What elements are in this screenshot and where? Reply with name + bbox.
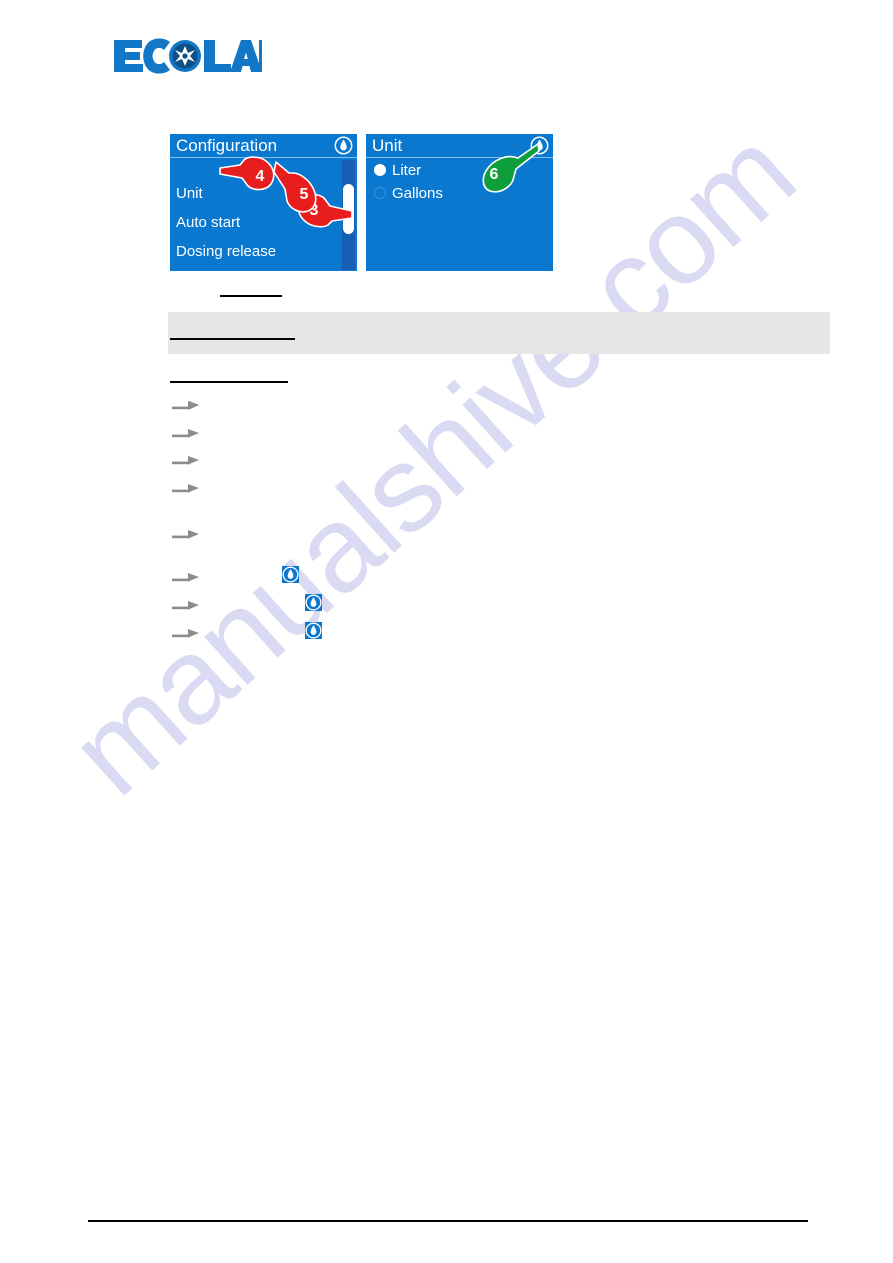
arrow-right-icon: [172, 429, 199, 438]
ecolab-logo-svg: [114, 38, 295, 74]
arrow-right-icon: [172, 484, 199, 493]
unit-screen-title: Unit: [372, 136, 403, 155]
step-arrow-5: [172, 527, 200, 541]
step-arrow-1: [172, 398, 200, 412]
configuration-screen-header: Configuration: [170, 134, 357, 158]
caption-rule: [220, 295, 282, 297]
droplet-bottle-icon: [305, 594, 322, 611]
radio-selected-icon: [374, 164, 386, 176]
arrow-right-icon: [172, 601, 199, 610]
callout-5: 5: [272, 156, 334, 219]
droplet-bottle-icon[interactable]: [334, 136, 353, 155]
section-rule: [170, 381, 288, 383]
arrow-right-icon: [172, 629, 199, 638]
callout-4-number: 4: [255, 168, 265, 185]
menu-item-auto-start[interactable]: Auto start: [176, 214, 240, 232]
radio-option-gallons[interactable]: Gallons: [374, 185, 443, 203]
configuration-screen-title: Configuration: [176, 136, 278, 155]
droplet-bottle-icon: [282, 566, 299, 583]
step-arrow-6: [172, 570, 200, 584]
droplet-bottle-icon: [305, 622, 322, 639]
radio-option-liter[interactable]: Liter: [374, 162, 421, 180]
step-arrow-3: [172, 453, 200, 467]
step-arrow-2: [172, 426, 200, 440]
step-arrow-4: [172, 481, 200, 495]
arrow-right-icon: [172, 401, 199, 410]
arrow-right-icon: [172, 456, 199, 465]
step-arrow-7: [172, 598, 200, 612]
menu-item-unit[interactable]: Unit: [176, 185, 203, 203]
footer-rule: [88, 1220, 808, 1222]
arrow-right-icon: [172, 530, 199, 539]
arrow-right-icon: [172, 573, 199, 582]
note-band: [168, 312, 830, 354]
menu-item-dosing-release[interactable]: Dosing release: [176, 243, 276, 261]
callout-6-number: 6: [489, 166, 499, 183]
ecolab-logo: [112, 36, 295, 76]
note-band-rule: [170, 338, 295, 340]
radio-option-gallons-label: Gallons: [392, 185, 443, 202]
radio-option-liter-label: Liter: [392, 162, 422, 179]
pointing-hand-icon: [273, 161, 317, 213]
step-arrow-8: [172, 626, 200, 640]
callout-5-number: 5: [299, 186, 309, 203]
radio-unselected-icon: [374, 187, 386, 199]
callout-6: 6: [466, 142, 540, 199]
